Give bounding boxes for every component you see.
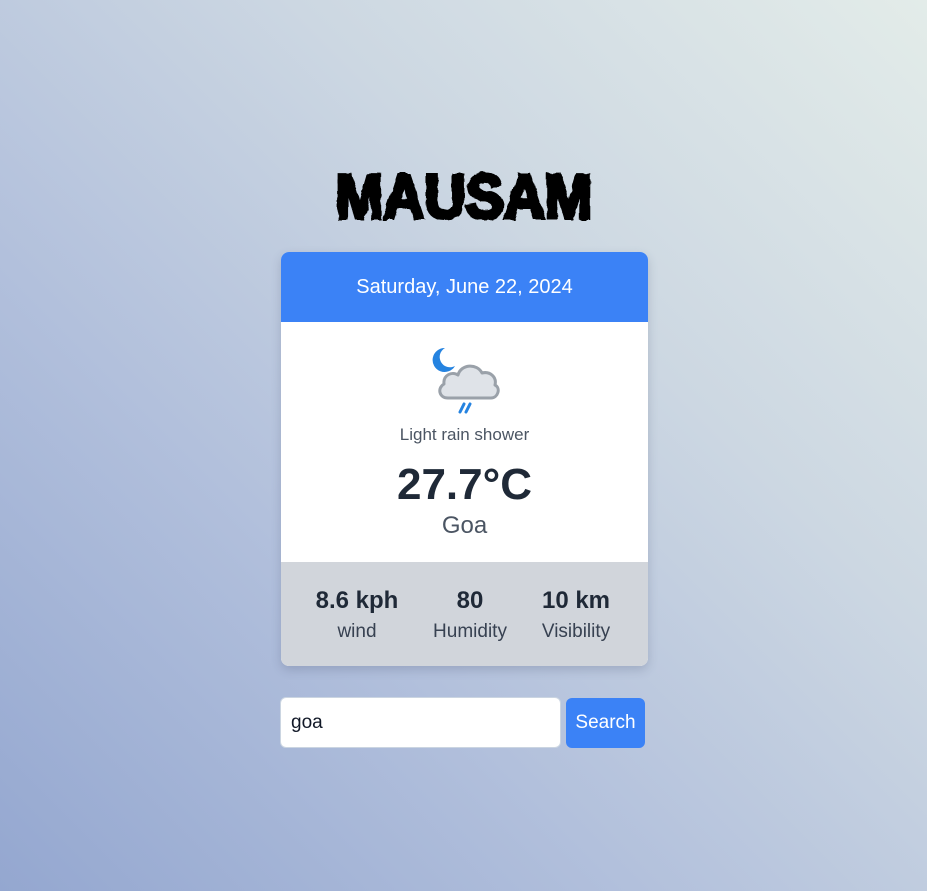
search-button[interactable]: Search [566,698,645,748]
stats-panel: 8.6 kph wind 80 Humidity 10 km Visibilit… [281,562,648,666]
weather-body: Light rain shower 27.7°C Goa [281,322,648,562]
stat-humidity: 80 Humidity [415,586,525,645]
brand-title: MAUSAM [0,152,927,232]
stat-visibility: 10 km Visibility [521,586,631,645]
city-name: Goa [441,512,488,539]
date-header: Saturday, June 22, 2024 [281,252,648,322]
brand-text: MAUSAM [335,162,592,232]
temperature-value: 27.7°C [396,460,532,509]
visibility-label: Visibility [541,621,611,642]
date-text: Saturday, June 22, 2024 [356,275,573,298]
condition-text: Light rain shower [399,425,530,444]
stat-wind: 8.6 kph wind [302,586,412,645]
wind-label: wind [337,621,377,642]
night-cloud-rain-icon [431,344,501,416]
visibility-value: 10 km [541,587,611,614]
humidity-value: 80 [456,587,484,614]
humidity-label: Humidity [433,621,507,642]
brand-logo: MAUSAM [333,160,593,232]
weather-card: Saturday, June 22, 2024 Light rain showe… [281,252,648,666]
search-input[interactable] [280,697,561,748]
wind-value: 8.6 kph [315,587,399,614]
